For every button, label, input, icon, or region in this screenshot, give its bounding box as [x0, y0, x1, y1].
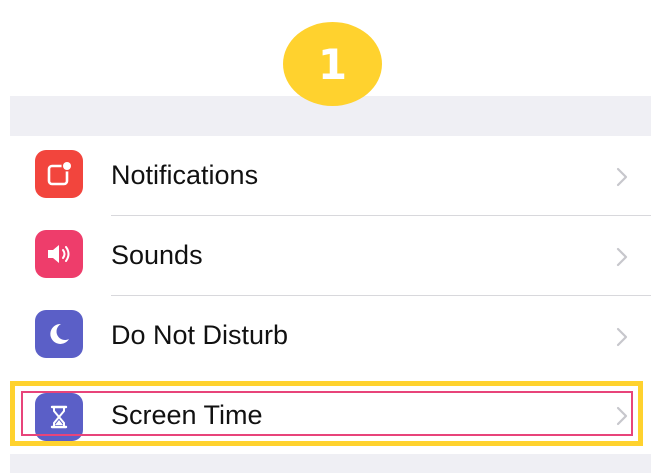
chevron-right-icon — [616, 406, 628, 426]
step-number-badge: 1 — [283, 22, 382, 106]
chevron-right-icon — [616, 167, 628, 187]
settings-row-label: Sounds — [111, 240, 203, 270]
group-footer-spacer — [10, 454, 651, 473]
step-number: 1 — [317, 39, 348, 89]
settings-list: Notifications Sounds Do Not Disturb Scre… — [10, 136, 651, 454]
chevron-right-icon — [616, 247, 628, 267]
moon-icon — [35, 310, 83, 358]
settings-screen: 1 Notifications Sounds Do Not Disturb Sc… — [0, 0, 651, 473]
settings-row-screen-time[interactable]: Screen Time — [10, 381, 651, 451]
speaker-icon — [35, 230, 83, 278]
settings-row-sounds[interactable]: Sounds — [10, 216, 651, 296]
settings-row-label: Do Not Disturb — [111, 320, 289, 350]
settings-row-label: Notifications — [111, 160, 259, 190]
chevron-right-icon — [616, 327, 628, 347]
settings-row-notifications[interactable]: Notifications — [10, 136, 651, 216]
settings-row-label: Screen Time — [111, 400, 263, 430]
notifications-icon — [35, 150, 83, 198]
hourglass-icon — [35, 393, 83, 441]
settings-row-do-not-disturb[interactable]: Do Not Disturb — [10, 296, 651, 376]
